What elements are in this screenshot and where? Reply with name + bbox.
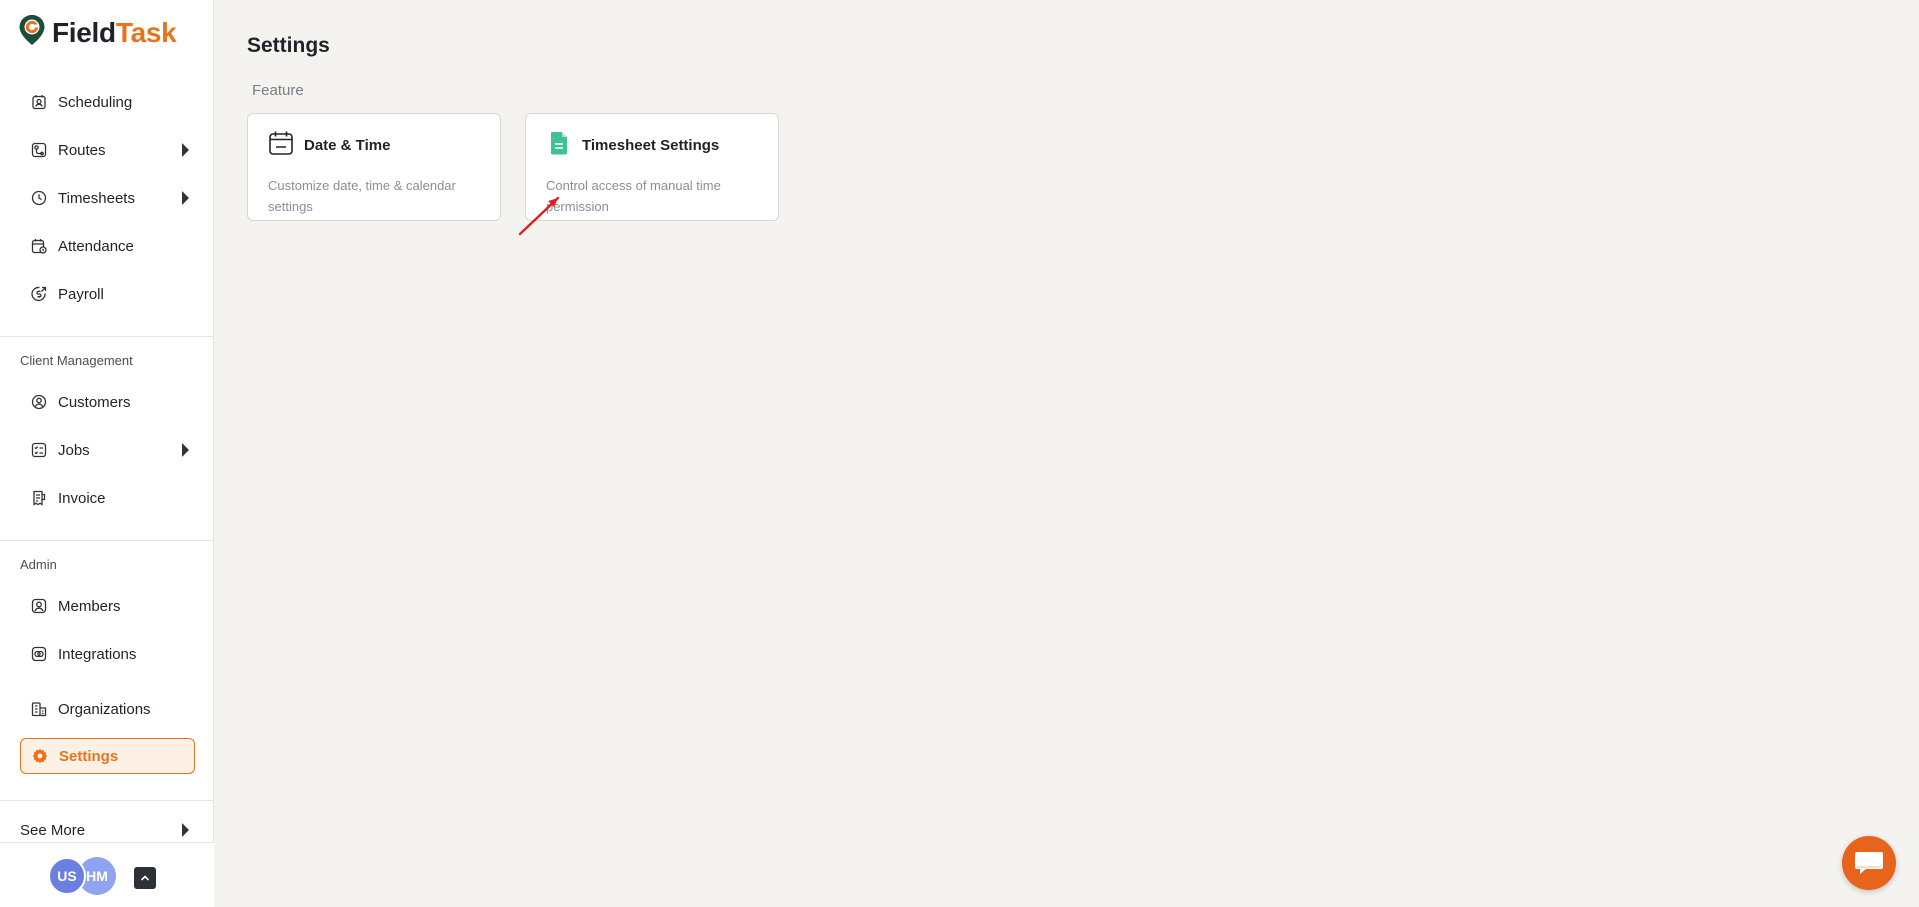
organizations-icon <box>30 700 48 718</box>
chat-icon <box>1855 852 1883 874</box>
chat-support-button[interactable] <box>1842 836 1896 890</box>
customer-icon <box>30 393 48 411</box>
sidebar-item-label: Attendance <box>58 237 134 255</box>
timesheet-settings-card[interactable]: Timesheet Settings Control access of man… <box>525 113 779 221</box>
expand-arrow-icon[interactable] <box>182 443 189 457</box>
sidebar-item-members[interactable]: Members <box>20 588 195 624</box>
sidebar-item-scheduling[interactable]: Scheduling <box>20 84 195 120</box>
sidebar-item-integrations[interactable]: Integrations <box>20 636 195 672</box>
calendar-check-icon <box>30 237 48 255</box>
date-time-card[interactable]: Date & Time Customize date, time & calen… <box>247 113 501 221</box>
sidebar-item-routes[interactable]: Routes <box>20 132 195 168</box>
logo-text: FieldTask <box>52 16 177 48</box>
divider <box>0 336 214 337</box>
dollar-icon <box>30 285 48 303</box>
sidebar-item-label: Customers <box>58 393 131 411</box>
sidebar-item-settings[interactable]: Settings <box>20 738 195 774</box>
integrations-icon <box>30 645 48 663</box>
expand-arrow-icon[interactable] <box>182 191 189 205</box>
card-title: Timesheet Settings <box>582 137 720 154</box>
card-description: Customize date, time & calendar settings <box>268 178 456 214</box>
sidebar-item-label: Members <box>58 597 121 615</box>
divider <box>0 540 214 541</box>
logo-pin-icon <box>18 14 46 51</box>
user-bar: US HM <box>0 842 214 907</box>
card-title: Date & Time <box>304 137 391 154</box>
calendar-icon <box>268 130 294 161</box>
section-label-admin: Admin <box>20 557 57 572</box>
sidebar: FieldTask Scheduling Routes Timesheets A… <box>0 0 214 907</box>
sidebar-item-jobs[interactable]: Jobs <box>20 432 195 468</box>
sidebar-item-label: Scheduling <box>58 93 133 111</box>
sidebar-item-label: Jobs <box>58 441 90 459</box>
timesheet-doc-icon <box>546 130 572 161</box>
chevron-up-icon <box>140 875 150 881</box>
feature-heading: Feature <box>252 82 304 99</box>
sidebar-item-label: Settings <box>59 747 119 765</box>
invoice-icon <box>30 489 48 507</box>
see-more-button[interactable]: See More <box>20 818 195 842</box>
avatar[interactable]: US <box>48 857 86 895</box>
sidebar-item-invoice[interactable]: Invoice <box>20 480 195 516</box>
sidebar-item-organizations[interactable]: Organizations <box>20 691 195 727</box>
section-label-client-management: Client Management <box>20 353 133 368</box>
sidebar-item-label: Integrations <box>58 645 137 663</box>
sidebar-item-label: Routes <box>58 141 106 159</box>
sidebar-item-customers[interactable]: Customers <box>20 384 195 420</box>
sidebar-item-payroll[interactable]: Payroll <box>20 276 195 312</box>
sidebar-item-attendance[interactable]: Attendance <box>20 228 195 264</box>
gear-icon <box>31 747 49 765</box>
expand-up-button[interactable] <box>134 867 156 889</box>
sidebar-item-label: Invoice <box>58 489 106 507</box>
jobs-icon <box>30 441 48 459</box>
member-icon <box>30 597 48 615</box>
page-title: Settings <box>247 34 330 57</box>
route-icon <box>30 141 48 159</box>
sidebar-item-timesheets[interactable]: Timesheets <box>20 180 195 216</box>
sidebar-item-label: Organizations <box>58 700 151 718</box>
card-description: Control access of manual time permission <box>546 178 721 214</box>
calendar-person-icon <box>30 93 48 111</box>
see-more-label: See More <box>20 821 86 839</box>
sidebar-item-label: Payroll <box>58 285 104 303</box>
fieldtask-logo[interactable]: FieldTask <box>18 14 177 51</box>
expand-arrow-icon[interactable] <box>182 143 189 157</box>
sidebar-item-label: Timesheets <box>58 189 135 207</box>
clock-icon <box>30 189 48 207</box>
divider <box>0 800 214 801</box>
expand-arrow-icon <box>182 823 189 837</box>
